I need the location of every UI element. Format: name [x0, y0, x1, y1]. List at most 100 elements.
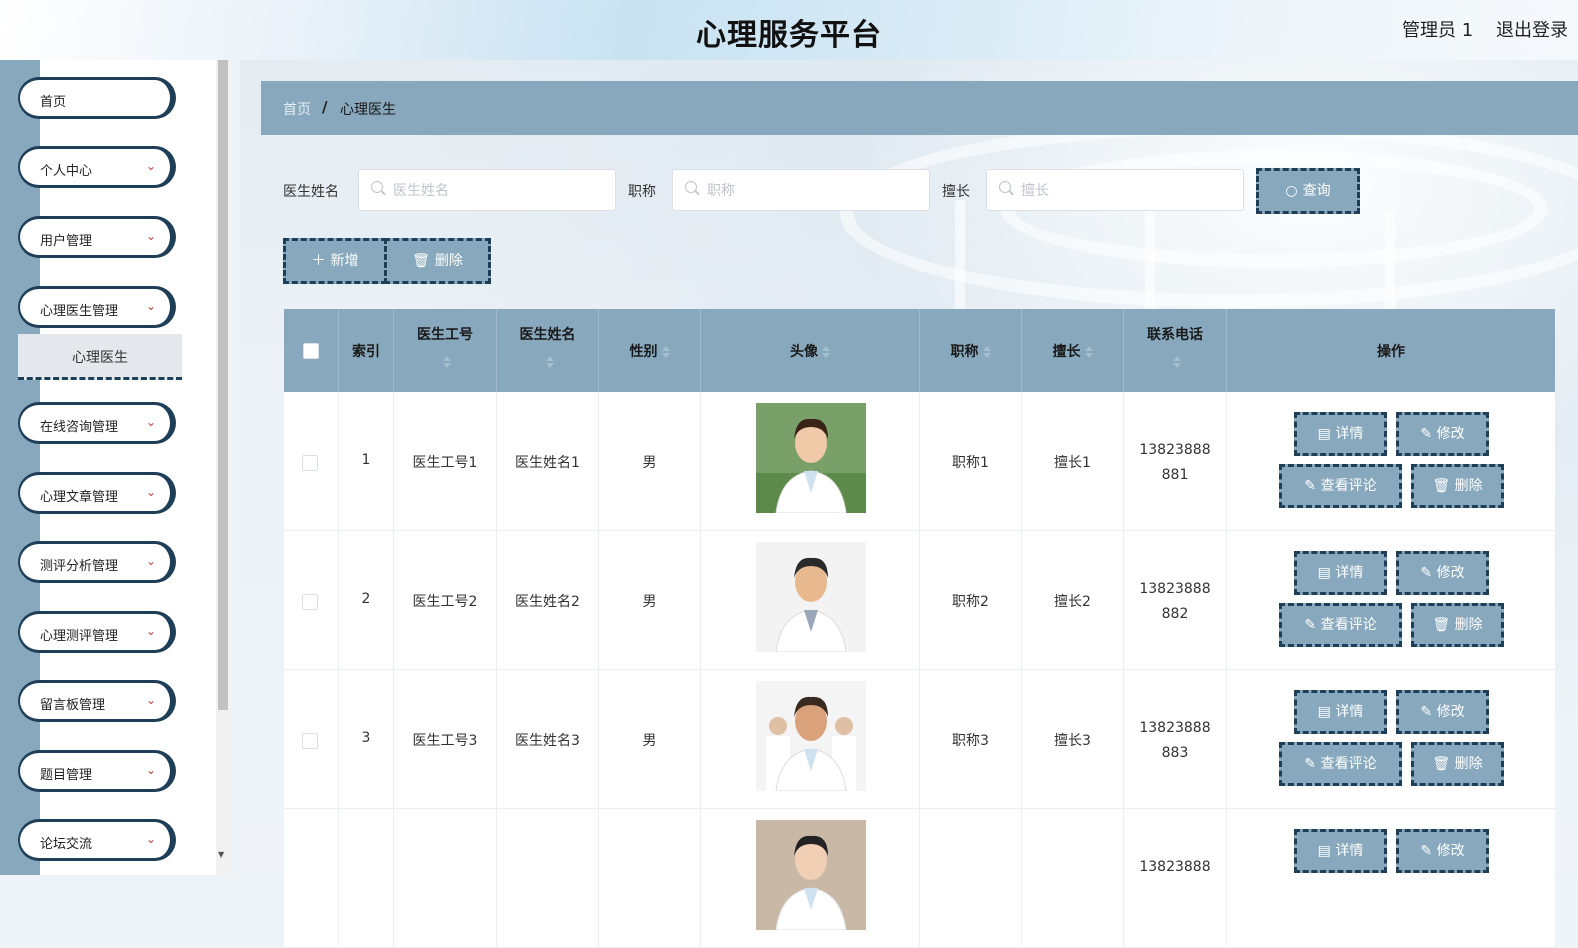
- decor-column: [1385, 210, 1395, 310]
- submenu-item-doctor[interactable]: 心理医生: [18, 334, 182, 380]
- table-cell: 男: [599, 670, 701, 809]
- table-row: 13823888 ▤ 详情 ✎ 修改: [284, 809, 1555, 948]
- top-header: 心理服务平台 管理员 1 退出登录: [0, 0, 1578, 60]
- specialty-search[interactable]: [986, 169, 1244, 211]
- select-all-checkbox[interactable]: [303, 343, 319, 359]
- col-doctor-id[interactable]: 医生工号: [394, 309, 497, 392]
- view-comments-button[interactable]: ✎ 查看评论: [1279, 603, 1402, 647]
- cell-phone-line1: 13823888: [1139, 859, 1211, 875]
- cell-name: 医生姓名1: [515, 455, 580, 471]
- specialty-label: 擅长: [942, 184, 970, 200]
- table-cell: 3: [339, 670, 394, 809]
- specialty-input[interactable]: [1019, 178, 1239, 204]
- sidebar-scrollbar-thumb[interactable]: [218, 60, 228, 710]
- batch-delete-button[interactable]: 🗑 删除: [384, 238, 491, 284]
- col-avatar[interactable]: 头像: [701, 309, 920, 392]
- cell-phone: 13823888 883: [1124, 716, 1226, 766]
- col-gender[interactable]: 性别: [599, 309, 701, 392]
- cell-specialty: 擅长2: [1054, 594, 1091, 610]
- title-search[interactable]: [672, 169, 930, 211]
- col-doctor-name[interactable]: 医生姓名: [497, 309, 599, 392]
- plus-icon: ＋: [311, 253, 326, 269]
- table-cell: 职称2: [920, 531, 1022, 670]
- sidebar-item-5[interactable]: 心理文章管理 ⌄: [18, 472, 176, 514]
- edit-button[interactable]: ✎ 修改: [1396, 690, 1489, 734]
- detail-button[interactable]: ▤ 详情: [1294, 829, 1387, 873]
- query-button[interactable]: ○ 查询: [1256, 168, 1360, 214]
- col-phone[interactable]: 联系电话: [1124, 309, 1227, 392]
- logout-link[interactable]: 退出登录: [1496, 16, 1568, 42]
- sidebar-item-10[interactable]: 论坛交流 ⌄: [18, 819, 176, 861]
- col-specialty[interactable]: 擅长: [1022, 309, 1124, 392]
- cell-phone-line1: 13823888: [1139, 442, 1211, 458]
- app-title: 心理服务平台: [696, 18, 882, 53]
- sort-icon[interactable]: [545, 356, 554, 368]
- edit-button[interactable]: ✎ 修改: [1396, 412, 1489, 456]
- comment-edit-icon: ✎: [1304, 478, 1321, 494]
- table-row: 3 医生工号3 医生姓名3 男职称3 擅长3 13823888 883 ▤ 详情 ✎ 修改 ✎ 查…: [284, 670, 1555, 809]
- sidebar-item-6[interactable]: 测评分析管理 ⌄: [18, 541, 176, 583]
- row-checkbox[interactable]: [302, 594, 318, 610]
- breadcrumb-home[interactable]: 首页: [283, 99, 311, 119]
- table-cell: 擅长3: [1022, 670, 1124, 809]
- view-comments-button[interactable]: ✎ 查看评论: [1279, 742, 1402, 786]
- row-delete-button[interactable]: 🗑 删除: [1411, 464, 1504, 508]
- view-comments-button[interactable]: ✎ 查看评论: [1279, 464, 1402, 508]
- current-user: 管理员 1: [1402, 20, 1474, 41]
- chevron-down-icon: ⌄: [146, 299, 157, 313]
- table-row: 2 医生工号2 医生姓名2 男职称2 擅长2 13823888 882 ▤ 详情 ✎ 修改 ✎ 查…: [284, 531, 1555, 670]
- edit-button-label: 修改: [1436, 843, 1465, 859]
- sort-icon[interactable]: [822, 346, 830, 358]
- sidebar-item-4[interactable]: 在线咨询管理 ⌄: [18, 402, 176, 444]
- detail-button[interactable]: ▤ 详情: [1294, 551, 1387, 595]
- sidebar-item-7[interactable]: 心理测评管理 ⌄: [18, 611, 176, 653]
- scroll-down-arrow-icon[interactable]: ▼: [218, 850, 224, 859]
- sort-icon[interactable]: [1173, 356, 1181, 368]
- cell-phone-line2: 882: [1161, 606, 1189, 622]
- table-cell: [1022, 809, 1124, 948]
- col-index[interactable]: 索引: [339, 309, 394, 392]
- table-cell: 医生姓名3: [497, 670, 599, 809]
- cell-title: 职称3: [952, 733, 989, 749]
- title-input[interactable]: [705, 178, 925, 204]
- doctor-name-search[interactable]: [358, 169, 616, 211]
- sidebar-item-9[interactable]: 题目管理 ⌄: [18, 750, 176, 792]
- detail-button[interactable]: ▤ 详情: [1294, 690, 1387, 734]
- sidebar-item-8[interactable]: 留言板管理 ⌄: [18, 680, 176, 722]
- sort-icon[interactable]: [982, 346, 991, 358]
- sort-icon[interactable]: [661, 346, 670, 358]
- sort-icon[interactable]: [1084, 346, 1093, 358]
- row-checkbox[interactable]: [302, 455, 318, 471]
- table-cell: [920, 809, 1022, 948]
- doctor-avatar: [756, 820, 866, 930]
- edit-button[interactable]: ✎ 修改: [1396, 829, 1489, 873]
- col-actions-label: 操作: [1377, 344, 1405, 360]
- table-cell: [701, 809, 920, 948]
- sidebar-item-label: 用户管理: [40, 234, 93, 249]
- decor-column: [955, 200, 965, 310]
- table-cell: 13823888 883: [1124, 670, 1227, 809]
- sidebar-item-label: 个人中心: [40, 164, 93, 179]
- add-button[interactable]: ＋新增: [283, 238, 387, 284]
- detail-button[interactable]: ▤ 详情: [1294, 412, 1387, 456]
- cell-phone-line1: 13823888: [1139, 720, 1211, 736]
- sidebar-item-2[interactable]: 用户管理 ⌄: [18, 216, 176, 258]
- cell-id: 医生工号2: [412, 594, 478, 610]
- edit-button[interactable]: ✎ 修改: [1396, 551, 1489, 595]
- search-icon: ○: [1285, 183, 1298, 199]
- submenu-label: 心理医生: [72, 350, 128, 366]
- sidebar-item-3[interactable]: 心理医生管理 ⌄: [18, 286, 176, 328]
- table-cell: [599, 809, 701, 948]
- row-checkbox[interactable]: [302, 733, 318, 749]
- chevron-down-icon: ⌄: [146, 485, 157, 499]
- table-cell: [701, 531, 920, 670]
- row-delete-button[interactable]: 🗑 删除: [1411, 603, 1504, 647]
- comment-edit-icon: ✎: [1304, 617, 1321, 633]
- sidebar-item-1[interactable]: 个人中心 ⌄: [18, 146, 176, 188]
- sidebar-item-0[interactable]: 首页: [18, 77, 176, 119]
- col-phone-label: 联系电话: [1147, 327, 1203, 343]
- row-delete-button[interactable]: 🗑 删除: [1411, 742, 1504, 786]
- doctor-name-input[interactable]: [391, 178, 611, 204]
- col-title[interactable]: 职称: [920, 309, 1022, 392]
- sort-icon[interactable]: [443, 356, 451, 368]
